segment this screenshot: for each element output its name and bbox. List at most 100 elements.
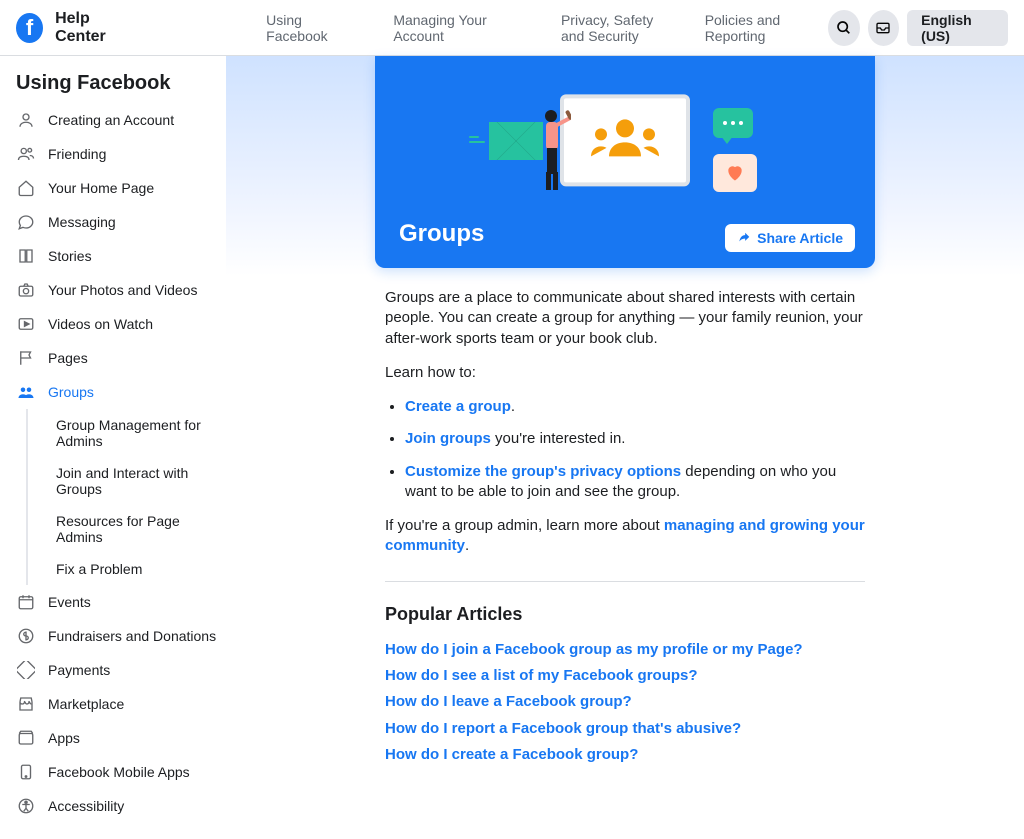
sidebar-item-label: Group Management for Admins xyxy=(56,417,222,449)
sidebar-item-events[interactable]: Events xyxy=(12,585,226,619)
sidebar-item-payments[interactable]: Payments xyxy=(12,653,226,687)
sidebar-item-label: Marketplace xyxy=(48,696,124,712)
sidebar-item-label: Facebook Mobile Apps xyxy=(48,764,190,780)
popular-articles-title: Popular Articles xyxy=(385,602,865,626)
sidebar-subitem-join-interact[interactable]: Join and Interact with Groups xyxy=(52,457,226,505)
sidebar-item-label: Videos on Watch xyxy=(48,316,153,332)
play-icon xyxy=(16,314,36,334)
popular-link[interactable]: How do I see a list of my Facebook group… xyxy=(385,666,865,686)
mobile-icon xyxy=(16,762,36,782)
popular-link[interactable]: How do I report a Facebook group that's … xyxy=(385,719,865,739)
sidebar-item-marketplace[interactable]: Marketplace xyxy=(12,687,226,721)
sidebar-item-stories[interactable]: Stories xyxy=(12,239,226,273)
sidebar-item-label: Join and Interact with Groups xyxy=(56,465,222,497)
sidebar-item-label: Fundraisers and Donations xyxy=(48,628,216,644)
sidebar-item-label: Your Photos and Videos xyxy=(48,282,197,298)
sidebar-item-groups[interactable]: Groups xyxy=(12,375,226,409)
sidebar-item-mobile-apps[interactable]: Facebook Mobile Apps xyxy=(12,755,226,789)
sidebar-item-label: Apps xyxy=(48,730,80,746)
hero-illustration xyxy=(399,80,851,210)
popular-link[interactable]: How do I create a Facebook group? xyxy=(385,745,865,765)
sidebar-item-creating-account[interactable]: Creating an Account xyxy=(12,103,226,137)
hero-banner: Groups Share Article xyxy=(375,56,875,268)
popular-link[interactable]: How do I leave a Facebook group? xyxy=(385,692,865,712)
language-selector[interactable]: English (US) xyxy=(907,10,1008,46)
people-icon xyxy=(585,112,665,168)
intro-text: Groups are a place to communicate about … xyxy=(385,288,865,349)
sidebar-item-accessibility[interactable]: Accessibility xyxy=(12,789,226,823)
admin-note: If you're a group admin, learn more abou… xyxy=(385,516,865,557)
sidebar-item-label: Stories xyxy=(48,248,92,264)
main-content: Groups Share Article Groups are a place … xyxy=(226,56,1024,839)
sidebar-item-label: Payments xyxy=(48,662,110,678)
sidebar-groups-submenu: Group Management for Admins Join and Int… xyxy=(26,409,226,585)
heart-card-icon xyxy=(713,154,757,192)
store-icon xyxy=(16,694,36,714)
article-body: Groups are a place to communicate about … xyxy=(385,288,865,771)
sidebar-item-messaging[interactable]: Messaging xyxy=(12,205,226,239)
sidebar-item-label: Fix a Problem xyxy=(56,561,142,577)
chat-icon xyxy=(16,212,36,232)
share-label: Share Article xyxy=(757,230,843,246)
list-item: Join groups you're interested in. xyxy=(405,429,865,449)
payments-icon xyxy=(16,660,36,680)
share-article-button[interactable]: Share Article xyxy=(725,224,855,252)
calendar-icon xyxy=(16,592,36,612)
donate-icon xyxy=(16,626,36,646)
sidebar-item-label: Your Home Page xyxy=(48,180,154,196)
sidebar-title: Using Facebook xyxy=(12,72,226,103)
sidebar-item-label: Accessibility xyxy=(48,798,124,814)
sidebar-item-label: Groups xyxy=(48,384,94,400)
facebook-logo[interactable]: f xyxy=(16,13,43,43)
book-icon xyxy=(16,246,36,266)
sidebar-item-home-page[interactable]: Your Home Page xyxy=(12,171,226,205)
speech-bubble-icon xyxy=(713,108,753,138)
access-icon xyxy=(16,796,36,816)
sidebar-subitem-fix-problem[interactable]: Fix a Problem xyxy=(52,553,226,585)
sidebar-item-pages[interactable]: Pages xyxy=(12,341,226,375)
list-item: Customize the group's privacy options de… xyxy=(405,462,865,503)
list-item: Create a group. xyxy=(405,397,865,417)
sidebar-item-label: Resources for Page Admins xyxy=(56,513,222,545)
flag-icon xyxy=(16,348,36,368)
privacy-options-link[interactable]: Customize the group's privacy options xyxy=(405,463,681,480)
sidebar-item-label: Messaging xyxy=(48,214,116,230)
camera-icon xyxy=(16,280,36,300)
header-right: English (US) xyxy=(828,10,1008,46)
share-icon xyxy=(737,231,751,245)
sidebar-item-fundraisers[interactable]: Fundraisers and Donations xyxy=(12,619,226,653)
divider xyxy=(385,581,865,582)
join-groups-link[interactable]: Join groups xyxy=(405,430,491,447)
inbox-button[interactable] xyxy=(868,10,900,46)
person-illustration xyxy=(537,108,567,188)
nav-policies-reporting[interactable]: Policies and Reporting xyxy=(705,12,828,44)
sidebar-item-photos-videos[interactable]: Your Photos and Videos xyxy=(12,273,226,307)
popular-link[interactable]: How do I join a Facebook group as my pro… xyxy=(385,640,865,660)
search-button[interactable] xyxy=(828,10,860,46)
sidebar-item-label: Events xyxy=(48,594,91,610)
sidebar-item-apps[interactable]: Apps xyxy=(12,721,226,755)
sidebar-item-videos-watch[interactable]: Videos on Watch xyxy=(12,307,226,341)
nav-managing-account[interactable]: Managing Your Account xyxy=(393,12,523,44)
learn-list: Create a group. Join groups you're inter… xyxy=(405,397,865,502)
user-icon xyxy=(16,110,36,130)
sidebar-subitem-page-admins[interactable]: Resources for Page Admins xyxy=(52,505,226,553)
sidebar: Using Facebook Creating an Account Frien… xyxy=(0,56,226,839)
sidebar-item-friending[interactable]: Friending xyxy=(12,137,226,171)
learn-how-label: Learn how to: xyxy=(385,363,865,383)
nav-using-facebook[interactable]: Using Facebook xyxy=(266,12,355,44)
sidebar-item-label: Friending xyxy=(48,146,106,162)
search-icon xyxy=(836,20,852,36)
friend-icon xyxy=(16,144,36,164)
apps-icon xyxy=(16,728,36,748)
help-center-title[interactable]: Help Center xyxy=(55,10,136,46)
home-icon xyxy=(16,178,36,198)
inbox-icon xyxy=(875,20,891,36)
groups-icon xyxy=(16,382,36,402)
top-nav: Using Facebook Managing Your Account Pri… xyxy=(266,12,828,44)
nav-privacy-safety[interactable]: Privacy, Safety and Security xyxy=(561,12,667,44)
create-group-link[interactable]: Create a group xyxy=(405,398,511,415)
sidebar-subitem-group-management[interactable]: Group Management for Admins xyxy=(52,409,226,457)
sidebar-item-label: Creating an Account xyxy=(48,112,174,128)
header: f Help Center Using Facebook Managing Yo… xyxy=(0,0,1024,56)
